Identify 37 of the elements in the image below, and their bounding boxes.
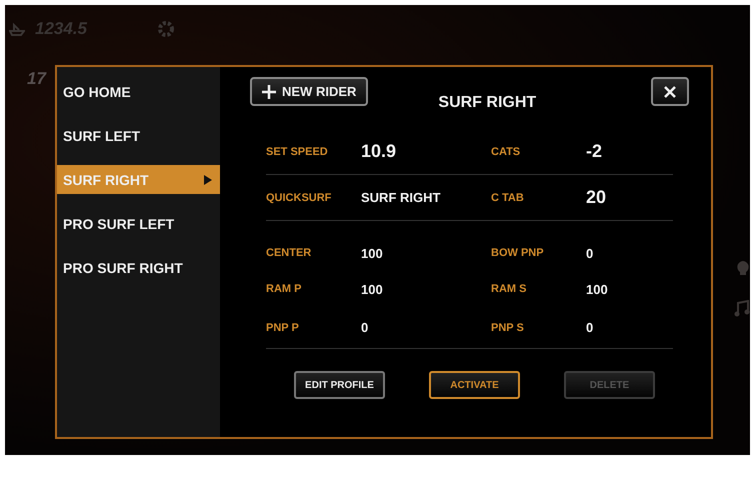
field-value: 100 <box>586 280 609 298</box>
profile-item[interactable]: PRO SURF RIGHT <box>57 253 220 282</box>
music-note-icon[interactable] <box>734 300 750 318</box>
field-value: 10.9 <box>361 129 491 175</box>
field-label: RAM S <box>491 282 528 297</box>
action-button[interactable]: ACTIVATE <box>429 371 520 399</box>
field-value: -2 <box>586 129 673 175</box>
profile-item[interactable]: GO HOME <box>57 77 220 106</box>
profile-title: SURF RIGHT <box>438 94 538 112</box>
action-button[interactable]: EDIT PROFILE <box>294 371 385 399</box>
field-label: CATS <box>491 129 586 175</box>
field-label: SET SPEED <box>266 129 361 175</box>
play-arrow-icon <box>204 174 212 184</box>
field-value: 100 <box>361 280 384 298</box>
field-label: QUICKSURF <box>266 175 361 221</box>
field-label: BOW PNP <box>491 246 545 261</box>
field-value: SURF RIGHT <box>361 175 491 221</box>
close-icon <box>664 86 676 98</box>
field-label: CENTER <box>266 246 312 261</box>
profile-item[interactable]: PRO SURF LEFT <box>57 209 220 238</box>
field-label: RAM P <box>266 282 302 297</box>
plus-icon <box>262 84 276 98</box>
secondary-reading: 17 <box>27 69 46 89</box>
field-label: PNP S <box>491 307 586 349</box>
field-value: 100 <box>361 244 384 262</box>
boat-icon <box>9 22 25 36</box>
close-button[interactable] <box>651 77 689 106</box>
field-value: 0 <box>586 244 594 262</box>
settings-icon[interactable] <box>157 20 175 38</box>
field-label: PNP P <box>266 307 361 349</box>
field-label: C TAB <box>491 175 586 221</box>
profile-item[interactable]: SURF LEFT <box>57 121 220 150</box>
new-rider-button[interactable]: NEW RIDER <box>250 77 368 106</box>
field-value: 0 <box>361 307 491 349</box>
field-value: 0 <box>586 307 673 349</box>
field-value: 20 <box>586 175 673 221</box>
lightbulb-icon[interactable] <box>736 260 750 278</box>
